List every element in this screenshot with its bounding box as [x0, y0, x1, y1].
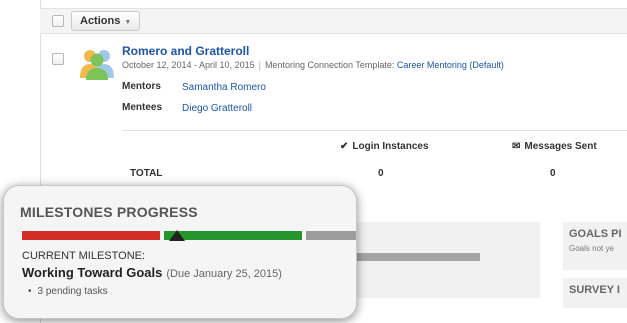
- goals-panel: GOALS PI Goals not ye: [563, 222, 627, 270]
- goals-subtext: Goals not ye: [569, 244, 614, 253]
- survey-panel: SURVEY I: [563, 278, 627, 308]
- group-avatar-icon: [80, 50, 114, 80]
- connection-title-link[interactable]: Romero and Gratteroll: [122, 44, 249, 58]
- login-total: 0: [378, 168, 384, 179]
- section-divider: [122, 130, 627, 131]
- envelope-icon: ✉: [512, 141, 521, 152]
- mentees-label: Mentees: [122, 102, 163, 113]
- current-milestone-name: Working Toward Goals (Due January 25, 201…: [22, 265, 282, 280]
- select-all-checkbox[interactable]: [52, 15, 64, 27]
- mentors-label: Mentors: [122, 81, 161, 92]
- milestone-segment-upcoming: [306, 231, 356, 240]
- total-label: TOTAL: [130, 168, 163, 179]
- mentee-name-link[interactable]: Diego Gratteroll: [182, 103, 252, 114]
- actions-button[interactable]: Actions ▼: [71, 11, 141, 31]
- pending-tasks-label: 3 pending tasks: [37, 286, 108, 297]
- actions-button-label: Actions: [80, 15, 121, 27]
- pending-tasks: • 3 pending tasks: [28, 286, 108, 297]
- milestones-progress-popup: MILESTONES PROGRESS CURRENT MILESTONE: W…: [3, 185, 357, 319]
- progress-bar-background: [356, 253, 480, 261]
- checkmark-icon: ✔: [340, 141, 349, 152]
- current-milestone-due: (Due January 25, 2015): [166, 268, 282, 280]
- mentor-name-link[interactable]: Samantha Romero: [182, 82, 266, 93]
- template-prefix: Mentoring Connection Template:: [264, 60, 395, 70]
- toolbar: Actions ▼: [40, 8, 627, 34]
- milestone-segment-completed: [22, 231, 160, 240]
- template-link[interactable]: Career Mentoring (Default): [397, 60, 504, 70]
- connection-dates: October 12, 2014 - April 10, 2015: [122, 60, 255, 70]
- connection-row-checkbox[interactable]: [52, 53, 64, 65]
- current-milestone-label: CURRENT MILESTONE:: [22, 250, 146, 262]
- goals-heading: GOALS PI: [569, 228, 622, 240]
- login-instances-header: ✔ Login Instances: [340, 141, 429, 152]
- connection-meta: October 12, 2014 - April 10, 2015 | Mentor…: [122, 60, 504, 70]
- messages-sent-header: ✉ Messages Sent: [512, 141, 597, 152]
- milestones-title: MILESTONES PROGRESS: [20, 204, 198, 220]
- messages-sent-label: Messages Sent: [524, 141, 597, 152]
- caret-down-icon: ▼: [124, 19, 132, 26]
- triangle-marker-icon: [168, 230, 185, 241]
- survey-heading: SURVEY I: [569, 284, 620, 296]
- messages-total: 0: [550, 168, 556, 179]
- bullet-icon: •: [28, 286, 32, 297]
- meta-separator: |: [258, 60, 261, 70]
- login-instances-label: Login Instances: [352, 141, 429, 152]
- current-milestone-title: Working Toward Goals: [22, 265, 163, 280]
